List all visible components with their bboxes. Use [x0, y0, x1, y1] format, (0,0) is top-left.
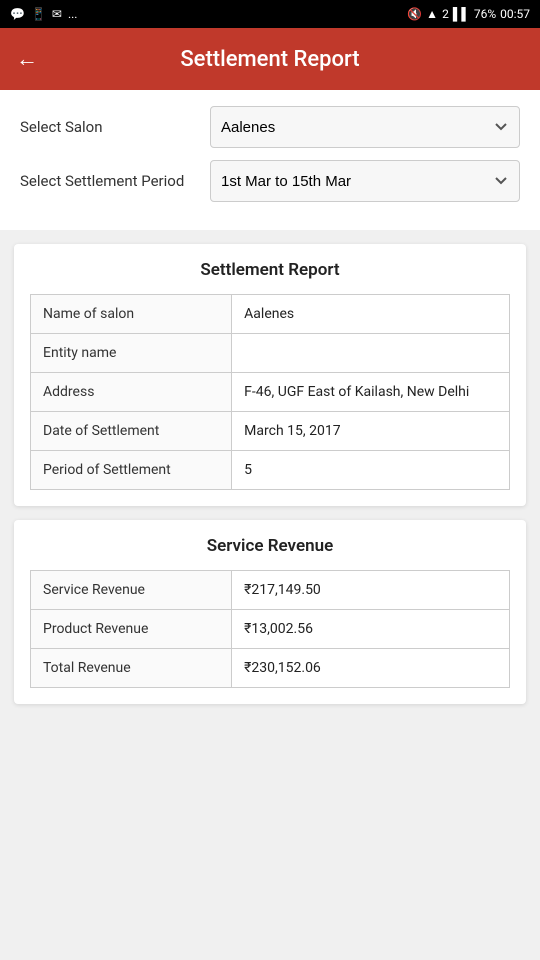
- row-label: Total Revenue: [31, 649, 232, 688]
- status-bar: 💬 📱 ✉ ... 🔇 ▲ 2 ▌▌ 76% 00:57: [0, 0, 540, 28]
- row-label: Period of Settlement: [31, 451, 232, 490]
- row-label: Name of salon: [31, 295, 232, 334]
- whatsapp-icon: 💬: [10, 7, 25, 21]
- row-value: Aalenes: [232, 295, 510, 334]
- revenue-table: Service Revenue ₹217,149.50 Product Reve…: [30, 570, 510, 688]
- back-button[interactable]: ←: [16, 46, 38, 72]
- mute-icon: 🔇: [407, 7, 422, 21]
- phone-icon: 📱: [31, 7, 46, 21]
- table-row: Period of Settlement 5: [31, 451, 510, 490]
- back-arrow-icon: ←: [16, 47, 38, 72]
- battery-percent: 76%: [474, 7, 496, 21]
- row-value: F-46, UGF East of Kailash, New Delhi: [232, 373, 510, 412]
- period-select[interactable]: 1st Mar to 15th Mar: [210, 160, 520, 202]
- period-row: Select Settlement Period 1st Mar to 15th…: [20, 160, 520, 202]
- row-label: Service Revenue: [31, 571, 232, 610]
- service-revenue-title: Service Revenue: [30, 536, 510, 556]
- table-row: Name of salon Aalenes: [31, 295, 510, 334]
- table-row: Total Revenue ₹230,152.06: [31, 649, 510, 688]
- row-value: 5: [232, 451, 510, 490]
- row-value: [232, 334, 510, 373]
- table-row: Date of Settlement March 15, 2017: [31, 412, 510, 451]
- salon-select[interactable]: Aalenes: [210, 106, 520, 148]
- more-icon: ...: [68, 7, 78, 21]
- sim-label: 2: [442, 7, 449, 21]
- row-value: ₹230,152.06: [232, 649, 510, 688]
- app-bar: ← Settlement Report: [0, 28, 540, 90]
- settlement-report-card: Settlement Report Name of salon Aalenes …: [14, 244, 526, 506]
- time-display: 00:57: [500, 7, 530, 21]
- row-label: Entity name: [31, 334, 232, 373]
- status-left-icons: 💬 📱 ✉ ...: [10, 7, 77, 21]
- settlement-report-title: Settlement Report: [30, 260, 510, 280]
- page-title: Settlement Report: [54, 47, 486, 72]
- table-row: Product Revenue ₹13,002.56: [31, 610, 510, 649]
- table-row: Address F-46, UGF East of Kailash, New D…: [31, 373, 510, 412]
- row-value: ₹13,002.56: [232, 610, 510, 649]
- service-revenue-card: Service Revenue Service Revenue ₹217,149…: [14, 520, 526, 704]
- salon-label: Select Salon: [20, 118, 210, 136]
- row-label: Date of Settlement: [31, 412, 232, 451]
- row-value: ₹217,149.50: [232, 571, 510, 610]
- form-section: Select Salon Aalenes Select Settlement P…: [0, 90, 540, 230]
- period-label: Select Settlement Period: [20, 172, 210, 190]
- settlement-table: Name of salon Aalenes Entity name Addres…: [30, 294, 510, 490]
- wifi-icon: ▲: [426, 7, 438, 21]
- row-value: March 15, 2017: [232, 412, 510, 451]
- table-row: Service Revenue ₹217,149.50: [31, 571, 510, 610]
- table-row: Entity name: [31, 334, 510, 373]
- row-label: Address: [31, 373, 232, 412]
- row-label: Product Revenue: [31, 610, 232, 649]
- email-icon: ✉: [52, 7, 62, 21]
- status-right-icons: 🔇 ▲ 2 ▌▌ 76% 00:57: [407, 7, 530, 21]
- signal-icon: ▌▌: [453, 7, 470, 21]
- salon-row: Select Salon Aalenes: [20, 106, 520, 148]
